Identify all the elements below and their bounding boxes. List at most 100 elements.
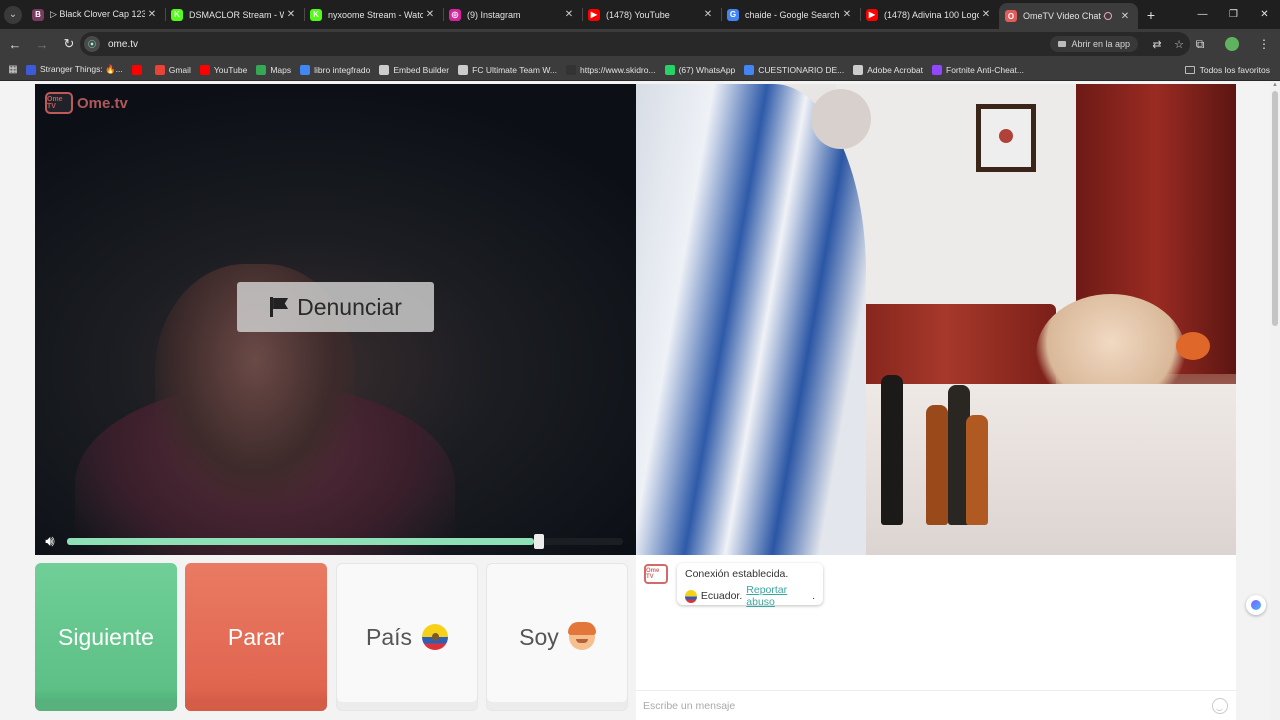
- page-scrollbar[interactable]: ▲: [1270, 81, 1280, 720]
- tab-favicon-icon: K: [310, 8, 322, 21]
- next-button[interactable]: Siguiente: [35, 563, 177, 711]
- more-menu-icon[interactable]: ⋮: [1248, 37, 1280, 51]
- browser-tab[interactable]: B ▷ Black Clover Cap 123 [✕: [26, 0, 165, 29]
- volume-slider[interactable]: [67, 534, 623, 549]
- country-label: País: [365, 623, 413, 650]
- bookmark-label: https://www.skidro...: [579, 64, 656, 75]
- browser-tab[interactable]: Gchaide - Google Search ✕: [721, 0, 860, 29]
- tab-search-button[interactable]: ⌄: [0, 0, 26, 29]
- bookmark-item[interactable]: Gmail: [154, 64, 191, 75]
- tab-strip: ⌄ B ▷ Black Clover Cap 123 [✕ K DSMACLOR St…: [0, 0, 1280, 29]
- all-bookmarks-label: Todos los favoritos: [1199, 64, 1270, 75]
- scroll-up-icon[interactable]: ▲: [1272, 82, 1278, 88]
- bookmark-favicon-icon: [256, 64, 267, 75]
- stop-button[interactable]: Parar: [185, 563, 327, 711]
- bookmark-item[interactable]: Maps: [256, 64, 291, 75]
- ecuador-flag-small-icon: [685, 589, 697, 603]
- site-info-icon[interactable]: ⦿: [84, 36, 100, 52]
- report-button[interactable]: Denunciar: [237, 282, 434, 332]
- bookmark-label: FC Ultimate Team W...: [472, 64, 557, 75]
- browser-tab[interactable]: ◎ (9) Instagram ✕: [443, 0, 582, 29]
- close-tab-icon[interactable]: ✕: [840, 9, 854, 20]
- close-tab-icon[interactable]: ✕: [562, 9, 576, 20]
- chevron-down-icon: ⌄: [4, 5, 22, 24]
- bookmark-item[interactable]: Embed Builder: [379, 64, 450, 75]
- remote-video-pumpkin: [1176, 332, 1210, 360]
- close-tab-icon[interactable]: ✕: [979, 9, 993, 20]
- browser-tab[interactable]: ▶ (1478) YouTube ✕: [582, 0, 721, 29]
- volume-knob[interactable]: [534, 534, 544, 549]
- tab-favicon-icon: ◎: [449, 8, 461, 21]
- chat-input-bar: [636, 690, 1236, 720]
- profile-avatar[interactable]: [1225, 37, 1239, 51]
- forward-button[interactable]: →: [30, 32, 54, 56]
- translate-icon[interactable]: ⇄: [1146, 38, 1168, 51]
- volume-control: 🔊︎: [35, 528, 636, 555]
- bookmark-item[interactable]: CUESTIONARIO DE...: [744, 64, 844, 75]
- message-input[interactable]: [643, 699, 1193, 712]
- local-video: Ome TV Ome.tv Denunciar: [35, 84, 636, 555]
- browser-tab[interactable]: K DSMACLOR Stream - Wat✕: [165, 0, 304, 29]
- remote-video-bottle: [966, 415, 988, 525]
- app-icon: [1058, 41, 1067, 47]
- bookmark-label: Fortnite Anti-Cheat...: [946, 64, 1024, 75]
- tab-title: (9) Instagram: [467, 9, 521, 20]
- back-button[interactable]: ←: [3, 32, 27, 56]
- bookmark-label: Stranger Things: 🔥...: [40, 64, 123, 74]
- tab-title: nyxoome Stream - Watch: [328, 9, 423, 20]
- close-tab-icon[interactable]: ✕: [1118, 11, 1132, 22]
- browser-tab[interactable]: Knyxoome Stream - Watch ✕: [304, 0, 443, 29]
- country-button[interactable]: País: [336, 563, 478, 711]
- bookmark-item[interactable]: YouTube: [199, 64, 248, 75]
- new-tab-button[interactable]: +: [1138, 0, 1164, 29]
- bookmark-item[interactable]: (67) WhatsApp: [664, 64, 735, 75]
- page-content: Ome TV Ome.tv Denunciar 🔊︎ Siguiente Par…: [0, 81, 1270, 720]
- close-window-icon[interactable]: ✕: [1249, 0, 1280, 29]
- tab-favicon-icon: B: [32, 8, 44, 21]
- url-text[interactable]: ome.tv: [108, 39, 138, 50]
- address-bar[interactable]: ⦿ ome.tv Abrir en la app ⇄ ☆: [80, 32, 1190, 56]
- remote-video: [636, 84, 1236, 555]
- open-in-app-button[interactable]: Abrir en la app: [1050, 36, 1138, 52]
- browser-tab[interactable]: ▶ (1478) Adivina 100 Logos ✕: [860, 0, 999, 29]
- extensions-icon[interactable]: ⧉: [1184, 37, 1216, 52]
- bookmark-label: Embed Builder: [393, 64, 450, 75]
- close-tab-icon[interactable]: ✕: [701, 9, 715, 20]
- next-label: Siguiente: [58, 623, 154, 650]
- bookmark-label: YouTube: [213, 64, 248, 75]
- logo-name: Ome.tv: [77, 94, 128, 112]
- close-tab-icon[interactable]: ✕: [423, 9, 437, 20]
- gender-button[interactable]: Soy: [486, 563, 628, 711]
- flag-icon: [269, 297, 289, 317]
- tab-title: DSMACLOR Stream - Wat: [189, 9, 284, 20]
- browser-tab[interactable]: O OmeTV Video Chat - ✕: [999, 3, 1138, 29]
- restore-icon[interactable]: ❐: [1218, 0, 1249, 29]
- minimize-icon[interactable]: —: [1187, 0, 1218, 29]
- reload-button[interactable]: ↻: [57, 32, 81, 56]
- tab-favicon-icon: O: [1005, 10, 1017, 22]
- floating-extension-icon[interactable]: [1246, 595, 1266, 615]
- bookmark-item[interactable]: FC Ultimate Team W...: [458, 64, 557, 75]
- apps-grid-icon[interactable]: ▦: [0, 64, 26, 75]
- bookmark-item[interactable]: libro integfrado: [300, 64, 370, 75]
- remote-video-person: [636, 84, 866, 555]
- bookmark-item[interactable]: [131, 64, 146, 75]
- close-tab-icon[interactable]: ✕: [145, 9, 159, 20]
- tab-favicon-icon: G: [727, 8, 739, 21]
- bookmark-item[interactable]: https://www.skidro...: [565, 64, 656, 75]
- all-bookmarks-button[interactable]: Todos los favoritos: [1184, 64, 1270, 75]
- speaker-icon[interactable]: 🔊︎: [35, 532, 65, 552]
- extension-badge-icon: [1251, 600, 1261, 610]
- remote-video-head: [811, 89, 871, 149]
- scrollbar-thumb[interactable]: [1272, 91, 1278, 326]
- close-tab-icon[interactable]: ✕: [284, 9, 298, 20]
- emoji-icon[interactable]: [1212, 698, 1228, 714]
- report-abuse-link[interactable]: Reportar abuso: [746, 584, 812, 608]
- bookmark-item[interactable]: Adobe Acrobat: [853, 64, 924, 75]
- gender-label: Soy: [519, 623, 559, 650]
- bookmark-item[interactable]: Fortnite Anti-Cheat...: [932, 64, 1024, 75]
- open-in-app-label: Abrir en la app: [1071, 39, 1130, 49]
- bookmark-item[interactable]: Stranger Things: 🔥...: [26, 64, 123, 75]
- bookmark-label: Adobe Acrobat: [867, 64, 924, 75]
- tab-favicon-icon: ▶: [866, 8, 878, 21]
